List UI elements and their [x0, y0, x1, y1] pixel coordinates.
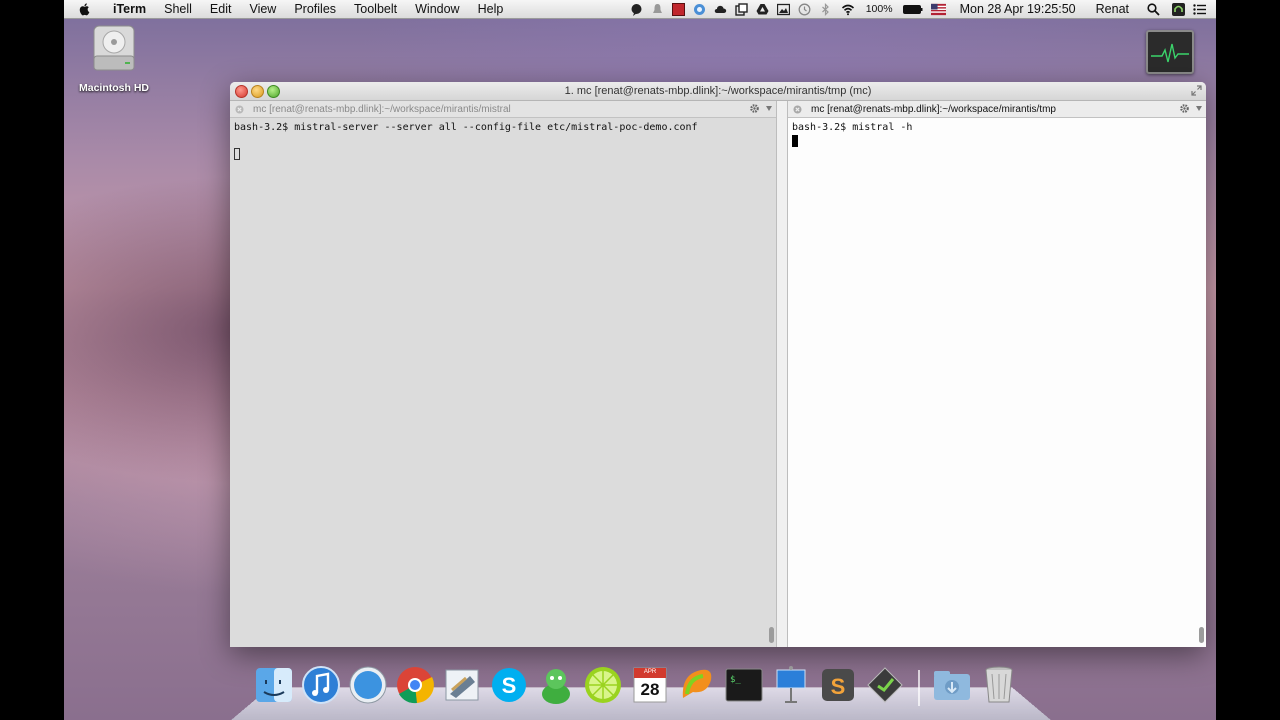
iterm-window: 1. mc [renat@renats-mbp.dlink]:~/workspa… [230, 82, 1206, 647]
keynote-icon[interactable] [771, 664, 811, 706]
clock[interactable]: Mon 28 Apr 19:25:50 [960, 2, 1076, 16]
user-name[interactable]: Renat [1096, 2, 1129, 16]
skype-icon[interactable]: S [489, 664, 529, 706]
window-close-button[interactable] [235, 85, 248, 98]
dock: S APR 28 $_ S [254, 664, 1026, 706]
screen-capture-icon[interactable] [776, 3, 790, 16]
sync-icon[interactable] [693, 3, 706, 16]
calendar-icon[interactable]: APR 28 [630, 664, 670, 706]
gear-icon[interactable] [1179, 103, 1190, 114]
us-flag-icon[interactable] [930, 3, 946, 16]
spotlight-search-icon[interactable] [1147, 2, 1160, 16]
notification-center-icon[interactable] [1193, 3, 1206, 16]
pane-header-right: mc [renat@renats-mbp.dlink]:~/workspace/… [788, 101, 1206, 118]
fullscreen-icon[interactable] [1191, 85, 1202, 96]
headphones-icon[interactable] [1172, 2, 1185, 16]
finder-icon[interactable] [254, 664, 294, 706]
adium-icon[interactable] [536, 664, 576, 706]
terminal-icon[interactable]: $_ [724, 664, 764, 706]
downloads-icon[interactable] [932, 664, 972, 706]
pane-title-right: mc [renat@renats-mbp.dlink]:~/workspace/… [811, 103, 1056, 115]
menu-window[interactable]: Window [406, 2, 468, 16]
record-icon[interactable] [671, 2, 685, 16]
macintosh-hd-desktop-item[interactable]: Macintosh HD [74, 24, 154, 94]
limechat-icon[interactable] [583, 664, 623, 706]
battery-percent[interactable]: 100% [866, 3, 893, 15]
pane-close-icon[interactable] [793, 105, 802, 114]
activity-graph-icon [1151, 43, 1189, 63]
apple-menu-icon[interactable] [78, 2, 92, 16]
menu-profiles[interactable]: Profiles [285, 2, 345, 16]
window-zoom-button[interactable] [267, 85, 280, 98]
chevron-down-icon[interactable] [766, 106, 772, 111]
itunes-icon[interactable] [301, 664, 341, 706]
cloud-icon[interactable] [714, 3, 727, 16]
menu-help[interactable]: Help [469, 2, 513, 16]
bluetooth-icon[interactable] [819, 2, 832, 16]
terminal-pane-left[interactable]: mc [renat@renats-mbp.dlink]:~/workspace/… [230, 101, 776, 647]
pane-title-left: mc [renat@renats-mbp.dlink]:~/workspace/… [253, 103, 511, 115]
hard-drive-icon [93, 25, 135, 71]
svg-text:$_: $_ [730, 675, 741, 685]
chat-bubble-icon[interactable] [630, 3, 643, 16]
notification-bell-icon[interactable] [651, 3, 664, 16]
calendar-day: 28 [640, 680, 660, 699]
dock-separator [918, 670, 920, 706]
status-area: 100% Mon 28 Apr 19:25:50 Renat [626, 0, 1216, 18]
window-title: 1. mc [renat@renats-mbp.dlink]:~/workspa… [564, 85, 872, 97]
menu-toolbelt[interactable]: Toolbelt [345, 2, 406, 16]
terminal-output-right: bash-3.2$ mistral -h [788, 118, 1206, 154]
desktop: iTerm Shell Edit View Profiles Toolbelt … [64, 0, 1216, 720]
google-drive-icon[interactable] [756, 3, 769, 16]
trash-icon[interactable] [979, 664, 1019, 706]
github-icon[interactable] [865, 664, 905, 706]
scrollbar-right[interactable] [1199, 627, 1204, 643]
sublime-icon[interactable]: S [818, 664, 858, 706]
pane-close-icon[interactable] [235, 105, 244, 114]
chevron-down-icon[interactable] [1196, 106, 1202, 111]
menu-bar: iTerm Shell Edit View Profiles Toolbelt … [64, 0, 1216, 19]
macintosh-hd-label: Macintosh HD [78, 82, 149, 94]
menu-edit[interactable]: Edit [201, 2, 241, 16]
terminal-line: bash-3.2$ mistral-server --server all --… [234, 122, 698, 133]
terminal-output-left: bash-3.2$ mistral-server --server all --… [230, 118, 776, 167]
calendar-month: APR [643, 669, 657, 675]
mail-icon[interactable] [442, 664, 482, 706]
menu-app-name[interactable]: iTerm [104, 2, 155, 16]
scrollbar-left[interactable] [769, 627, 774, 643]
window-minimize-button[interactable] [251, 85, 264, 98]
safari-icon[interactable] [348, 664, 388, 706]
split-pane-divider[interactable] [776, 101, 788, 647]
svg-text:S: S [831, 674, 846, 699]
chrome-icon[interactable] [395, 664, 435, 706]
pycharm-icon[interactable] [677, 664, 717, 706]
svg-text:S: S [502, 673, 517, 698]
terminal-pane-right[interactable]: mc [renat@renats-mbp.dlink]:~/workspace/… [788, 101, 1206, 647]
terminal-cursor [234, 148, 240, 160]
menu-view[interactable]: View [240, 2, 285, 16]
wifi-icon[interactable] [840, 3, 856, 16]
battery-icon[interactable] [902, 3, 923, 16]
pane-header-left: mc [renat@renats-mbp.dlink]:~/workspace/… [230, 101, 776, 118]
window-titlebar[interactable]: 1. mc [renat@renats-mbp.dlink]:~/workspa… [230, 82, 1206, 101]
activity-monitor-widget[interactable] [1146, 30, 1194, 74]
terminal-cursor [792, 135, 798, 147]
time-machine-icon[interactable] [798, 3, 811, 16]
gear-icon[interactable] [749, 103, 760, 114]
clipboard-icon[interactable] [735, 2, 748, 16]
terminal-line: bash-3.2$ mistral -h [792, 122, 913, 133]
menu-shell[interactable]: Shell [155, 2, 201, 16]
